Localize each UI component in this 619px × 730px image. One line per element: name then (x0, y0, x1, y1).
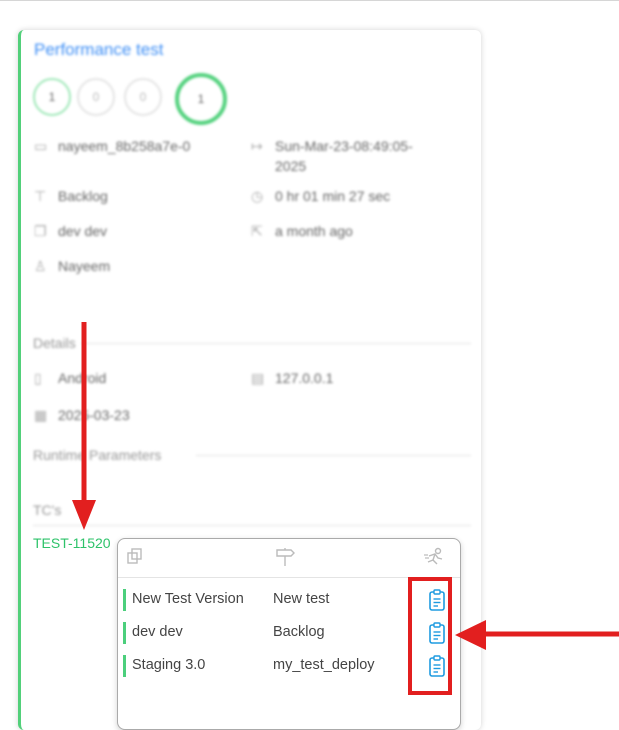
annotation-arrows (72, 322, 619, 650)
arrow-left (455, 620, 619, 650)
arrow-down (72, 322, 96, 530)
